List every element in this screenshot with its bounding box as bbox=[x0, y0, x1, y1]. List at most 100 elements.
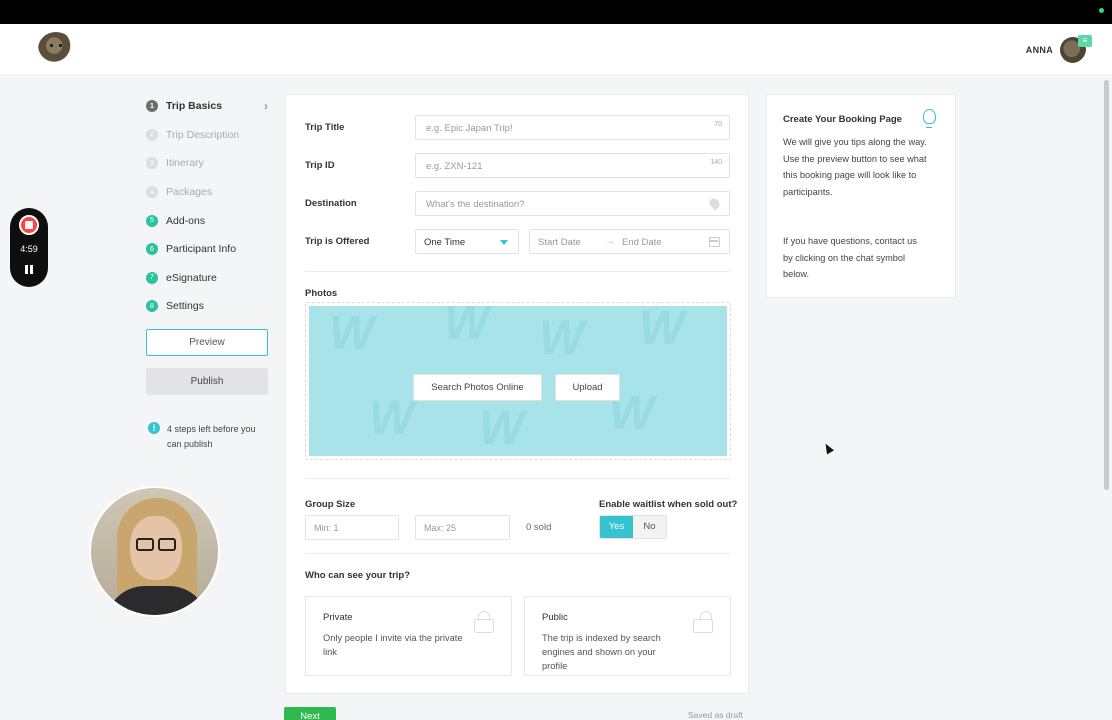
step-esignature[interactable]: 7 eSignature bbox=[146, 264, 270, 293]
step-label: Itinerary bbox=[166, 157, 204, 170]
step-number: 8 bbox=[146, 300, 158, 313]
visibility-label: Who can see your trip? bbox=[305, 570, 411, 581]
app-header: ANNA ≡ bbox=[0, 24, 1112, 74]
caret-down-icon bbox=[500, 240, 508, 245]
step-participant-info[interactable]: 6 Participant Info bbox=[146, 235, 270, 264]
char-count: 70 bbox=[714, 121, 722, 128]
step-number: 2 bbox=[146, 128, 158, 141]
step-number: 5 bbox=[146, 214, 158, 227]
trip-id-label: Trip ID bbox=[305, 160, 335, 171]
step-label: Add-ons bbox=[166, 214, 206, 227]
waitlist-toggle[interactable]: Yes No bbox=[599, 515, 667, 539]
chevron-right-icon: › bbox=[264, 99, 268, 113]
pattern-glyph: W bbox=[639, 306, 685, 355]
tips-title: Create Your Booking Page bbox=[783, 114, 902, 125]
lightbulb-icon bbox=[923, 109, 936, 128]
min-group-input[interactable]: Min: 1 bbox=[305, 515, 399, 540]
saved-draft-text: Saved as draft bbox=[688, 710, 743, 720]
destination-label: Destination bbox=[305, 198, 357, 209]
photo-dropzone[interactable]: W W W W W W W Search Photos Online Uploa… bbox=[305, 302, 731, 460]
info-icon: ! bbox=[148, 422, 160, 434]
step-label: Settings bbox=[166, 300, 204, 313]
step-number: 6 bbox=[146, 243, 158, 256]
public-desc: The trip is indexed by search engines an… bbox=[542, 633, 661, 671]
public-title: Public bbox=[542, 612, 568, 623]
pattern-glyph: W bbox=[369, 392, 415, 445]
tips-paragraph: If you have questions, contact us by cli… bbox=[783, 236, 917, 279]
pattern-glyph: W bbox=[539, 312, 585, 365]
trip-title-label: Trip Title bbox=[305, 122, 345, 133]
divider bbox=[305, 553, 730, 554]
divider bbox=[305, 478, 730, 479]
step-trip-description[interactable]: 2 Trip Description bbox=[146, 121, 270, 150]
offered-value: One Time bbox=[424, 237, 466, 248]
chat-badge-icon[interactable]: ≡ bbox=[1078, 35, 1092, 47]
pattern-glyph: W bbox=[479, 402, 525, 455]
status-dot bbox=[1099, 8, 1104, 13]
scrollbar[interactable] bbox=[1104, 80, 1109, 490]
public-option[interactable]: Public The trip is indexed by search eng… bbox=[524, 596, 731, 676]
recording-widget: 4:59 bbox=[10, 208, 48, 287]
sold-count: 0 sold bbox=[526, 522, 552, 533]
waitlist-no-button[interactable]: No bbox=[633, 516, 666, 538]
steps-nav: 1 Trip Basics › 2 Trip Description 3 Iti… bbox=[146, 92, 270, 321]
pause-icon[interactable] bbox=[23, 264, 35, 276]
step-trip-basics[interactable]: 1 Trip Basics › bbox=[146, 92, 270, 121]
arrow-right-icon: → bbox=[605, 236, 615, 247]
step-add-ons[interactable]: 5 Add-ons bbox=[146, 206, 270, 235]
trip-offered-label: Trip is Offered bbox=[305, 236, 370, 247]
pattern-glyph: W bbox=[444, 306, 490, 350]
step-settings[interactable]: 8 Settings bbox=[146, 292, 270, 321]
waitlist-yes-button[interactable]: Yes bbox=[600, 516, 633, 538]
group-size-label: Group Size bbox=[305, 499, 356, 510]
pattern-glyph: W bbox=[329, 307, 375, 360]
step-itinerary[interactable]: 3 Itinerary bbox=[146, 149, 270, 178]
location-pin-icon bbox=[707, 196, 722, 211]
trip-basics-form: Trip Title e.g. Epic Japan Trip! 70 Trip… bbox=[285, 94, 749, 694]
date-range-input[interactable]: Start Date → End Date bbox=[529, 229, 730, 254]
tips-paragraph: We will give you tips along the way. Use… bbox=[783, 137, 927, 197]
tips-card: Create Your Booking Page We will give yo… bbox=[766, 94, 956, 298]
recording-time: 4:59 bbox=[20, 244, 38, 254]
step-number: 3 bbox=[146, 157, 158, 170]
step-label: Packages bbox=[166, 186, 213, 199]
preview-button[interactable]: Preview bbox=[146, 329, 268, 356]
waitlist-label: Enable waitlist when sold out? bbox=[599, 499, 738, 510]
destination-input[interactable]: What's the destination? bbox=[415, 191, 730, 216]
user-name[interactable]: ANNA bbox=[1026, 45, 1053, 55]
end-date-placeholder: End Date bbox=[622, 237, 662, 248]
next-button[interactable]: Next bbox=[284, 707, 336, 720]
search-photos-button[interactable]: Search Photos Online bbox=[413, 374, 542, 401]
offered-select[interactable]: One Time bbox=[415, 229, 519, 254]
stop-recording-icon[interactable] bbox=[19, 215, 39, 235]
private-option[interactable]: Private Only people I invite via the pri… bbox=[305, 596, 512, 676]
step-number: 7 bbox=[146, 271, 158, 284]
screen-top-bar bbox=[0, 0, 1112, 24]
max-group-input[interactable]: Max: 25 bbox=[415, 515, 510, 540]
brand-logo[interactable] bbox=[38, 32, 74, 66]
step-label: eSignature bbox=[166, 271, 217, 284]
destination-placeholder: What's the destination? bbox=[426, 199, 525, 210]
trip-title-placeholder: e.g. Epic Japan Trip! bbox=[426, 123, 513, 134]
trip-title-input[interactable]: e.g. Epic Japan Trip! 70 bbox=[415, 115, 730, 140]
divider bbox=[305, 271, 730, 272]
private-title: Private bbox=[323, 612, 353, 623]
trip-id-input[interactable]: e.g. ZXN-121 140 bbox=[415, 153, 730, 178]
step-label: Trip Basics bbox=[166, 100, 223, 113]
webcam-bubble[interactable] bbox=[89, 486, 220, 617]
trip-id-placeholder: e.g. ZXN-121 bbox=[426, 161, 483, 172]
step-label: Trip Description bbox=[166, 128, 240, 141]
char-count: 140 bbox=[710, 159, 722, 166]
upload-button[interactable]: Upload bbox=[555, 374, 620, 401]
step-number: 4 bbox=[146, 186, 158, 199]
publish-button[interactable]: Publish bbox=[146, 368, 268, 395]
step-label: Participant Info bbox=[166, 243, 237, 256]
step-number: 1 bbox=[146, 100, 158, 113]
calendar-icon bbox=[709, 237, 720, 247]
private-desc: Only people I invite via the private lin… bbox=[323, 633, 463, 657]
start-date-placeholder: Start Date bbox=[538, 237, 581, 248]
photos-label: Photos bbox=[305, 288, 338, 299]
lock-icon bbox=[474, 611, 494, 633]
step-packages[interactable]: 4 Packages bbox=[146, 178, 270, 207]
mouse-cursor-icon bbox=[822, 441, 834, 455]
